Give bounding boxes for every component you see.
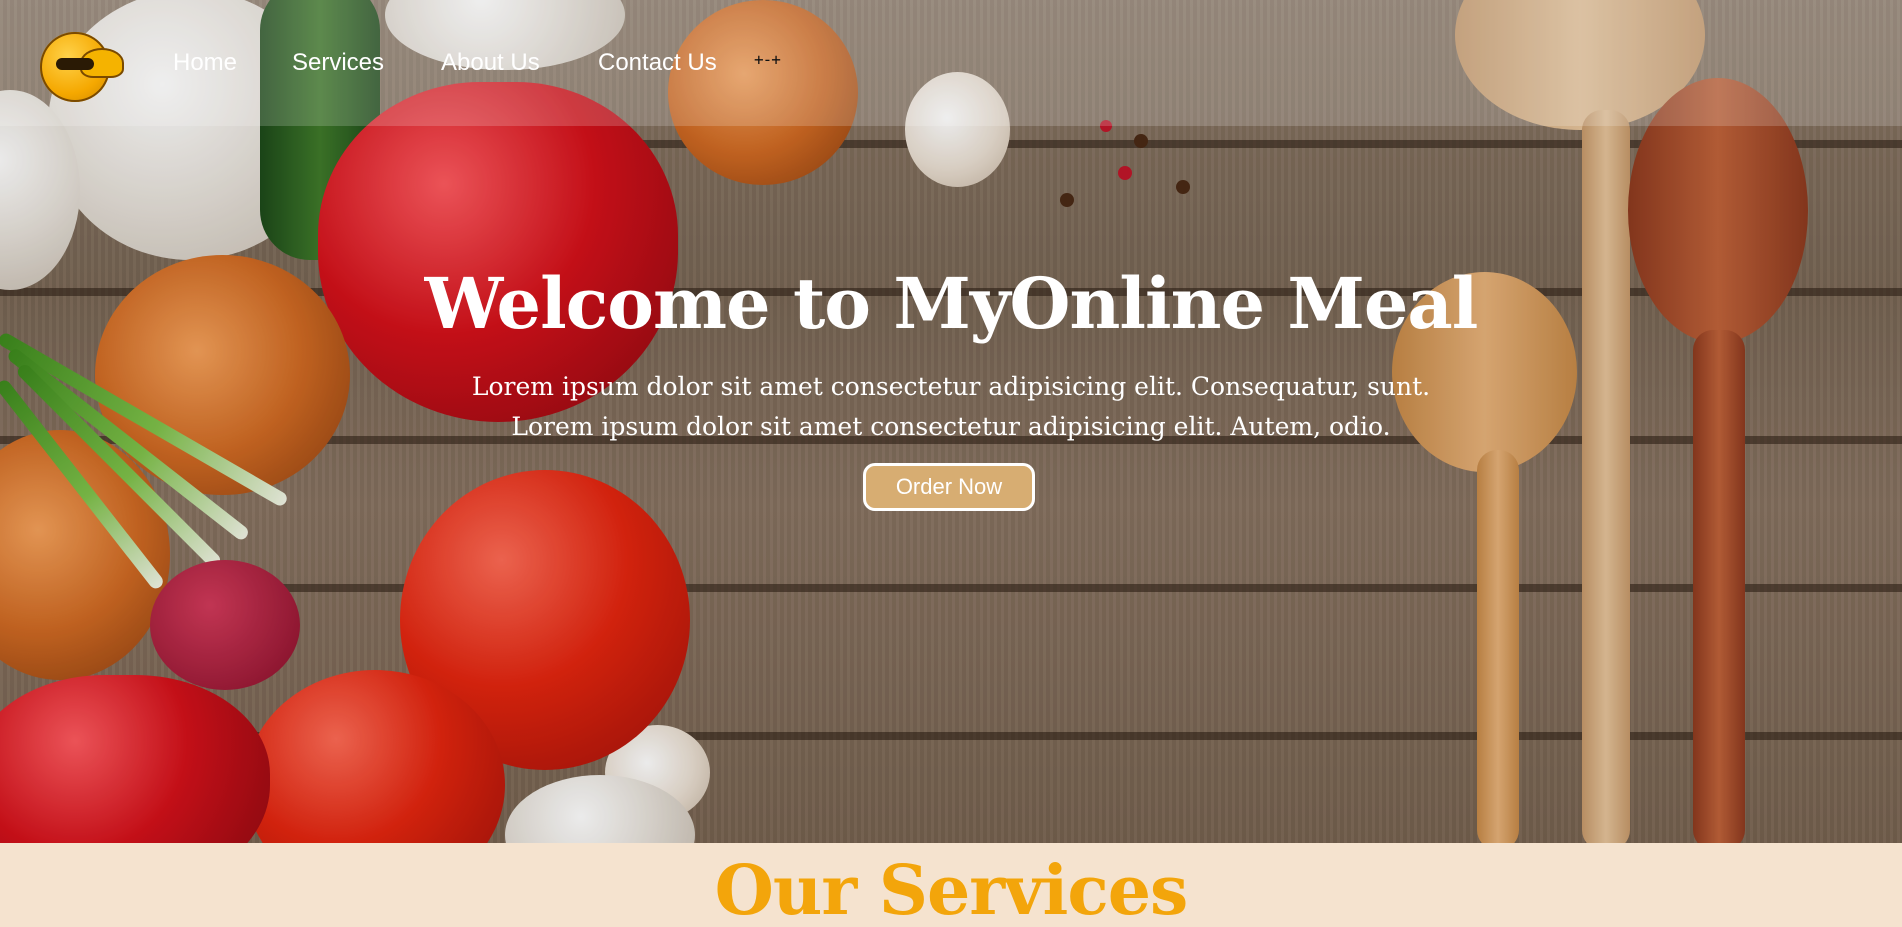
nav-about-link[interactable]: About Us: [441, 49, 540, 77]
chef-logo-icon[interactable]: [40, 32, 124, 102]
nav-home-link[interactable]: Home: [173, 49, 237, 77]
hero-subtitle-line-2: Lorem ipsum dolor sit amet consectetur a…: [511, 412, 1391, 441]
nav-contact-link[interactable]: Contact Us: [598, 49, 717, 77]
hero-title: Welcome to MyOnline Meal: [424, 262, 1479, 345]
nav-services-link[interactable]: Services: [292, 49, 384, 77]
page: Home Services About Us Contact Us +-+ We…: [0, 0, 1902, 927]
hero-subtitle-line-1: Lorem ipsum dolor sit amet consectetur a…: [471, 372, 1431, 401]
services-heading: Our Services: [714, 851, 1189, 927]
order-now-button[interactable]: Order Now: [863, 463, 1035, 511]
navbar: Home Services About Us Contact Us +-+: [0, 0, 1902, 126]
sunglasses-icon: [56, 58, 94, 70]
services-section: Our Services: [0, 843, 1902, 927]
menu-toggle-icon[interactable]: +-+: [754, 50, 781, 69]
